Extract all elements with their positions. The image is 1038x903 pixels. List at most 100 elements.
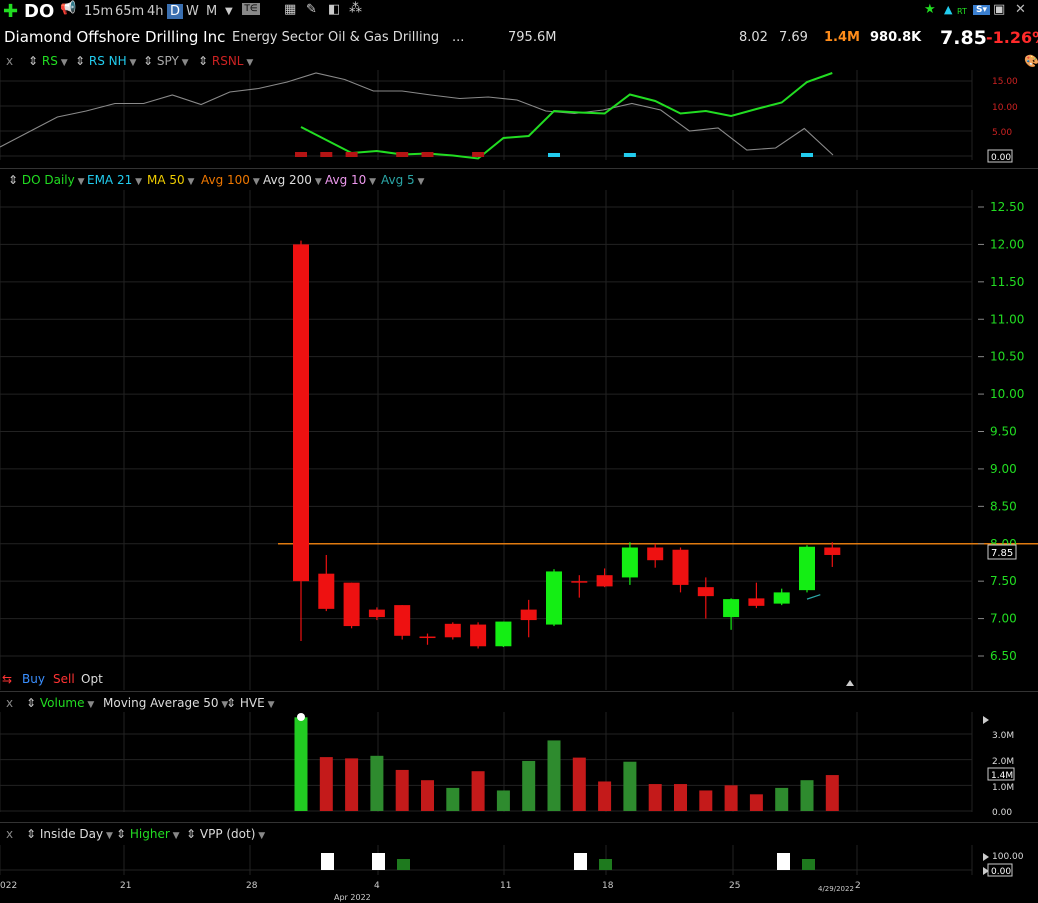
symbol-label[interactable]: DO xyxy=(24,1,54,22)
legend-higher-label: Higher xyxy=(129,827,170,841)
timeframe-15m[interactable]: 15m xyxy=(84,4,113,19)
candle-body[interactable] xyxy=(470,624,487,647)
candle-body[interactable] xyxy=(647,547,664,561)
price-tag: 7.85 xyxy=(991,548,1013,559)
inside-triangle-icon[interactable] xyxy=(983,853,989,861)
timeframe-4h[interactable]: 4h xyxy=(147,4,164,19)
candle-body[interactable] xyxy=(394,605,411,636)
legend-volume-label: Volume xyxy=(39,696,85,710)
candle-body[interactable] xyxy=(621,547,638,578)
candle-body[interactable] xyxy=(596,575,613,587)
star-icon[interactable]: ★ xyxy=(924,2,936,17)
legend-ma50-volume[interactable]: Moving Average 50 ▼ xyxy=(103,696,228,710)
legend-ema21[interactable]: EMA 21 ▼ xyxy=(87,173,142,187)
candle-body[interactable] xyxy=(368,609,385,618)
candle-body[interactable] xyxy=(546,571,562,625)
rs-legend-rs[interactable]: ⇕ RS ▼ xyxy=(28,54,68,68)
legend-avg200-label: Avg 200 xyxy=(263,173,312,187)
price-chart[interactable]: 12.50 12.00 11.50 11.00 10.50 10.00 9.50 9.00 8.… xyxy=(0,190,1038,690)
candle-body[interactable] xyxy=(571,581,588,583)
candle-body[interactable] xyxy=(773,592,790,604)
timeframe-m[interactable]: M xyxy=(206,4,217,19)
candle-body[interactable] xyxy=(444,623,461,638)
share-icon[interactable]: ⁂ xyxy=(349,1,362,16)
legend-inside-day[interactable]: ⇕ Inside Day ▼ xyxy=(26,827,113,841)
megaphone-icon[interactable]: 📢 xyxy=(60,1,76,16)
info-bar: Diamond Offshore Drilling Inc Energy Sec… xyxy=(0,24,1038,52)
candle-body[interactable] xyxy=(419,636,436,639)
layers-icon[interactable]: ◧ xyxy=(328,2,340,17)
save-icon[interactable]: ▣ xyxy=(993,2,1005,17)
price-panel-header: ⇕ DO Daily ▼ EMA 21 ▼ MA 50 ▼ Avg 100 ▼ … xyxy=(0,173,1038,189)
rsnh-marker xyxy=(801,153,813,157)
x-tick: 2 xyxy=(855,881,861,891)
legend-do-daily[interactable]: ⇕ DO Daily ▼ xyxy=(8,173,85,187)
candle-body[interactable] xyxy=(318,573,335,609)
s-badge-icon[interactable]: S▾ xyxy=(973,5,990,15)
palette-icon[interactable]: 🎨 xyxy=(1024,54,1038,68)
industry-link[interactable]: Oil & Gas Drilling xyxy=(328,30,439,45)
inside-close-button[interactable]: x xyxy=(6,827,13,841)
market-cap: 795.6M xyxy=(508,30,557,45)
candle-body[interactable] xyxy=(495,621,512,647)
legend-ma50[interactable]: MA 50 ▼ xyxy=(147,173,194,187)
volume-bar xyxy=(674,784,687,811)
timeframe-w[interactable]: W xyxy=(186,4,199,19)
inside-day-chart: 100.00 0.00 022 21 28 4 11 18 25 2 Apr 2… xyxy=(0,845,1024,902)
timeframe-65m[interactable]: 65m xyxy=(115,4,144,19)
more-button[interactable]: ... xyxy=(452,30,464,45)
ema-line xyxy=(806,594,821,600)
legend-avg100[interactable]: Avg 100 ▼ xyxy=(201,173,260,187)
volume-bar xyxy=(319,757,333,811)
arrow-up-icon[interactable]: ▲ xyxy=(944,3,952,16)
volume-bar xyxy=(522,760,536,811)
x-sub-label: Apr 2022 xyxy=(334,893,371,902)
spy-line xyxy=(0,72,834,156)
candle-body[interactable] xyxy=(799,546,815,591)
volume-triangle-icon[interactable] xyxy=(983,716,989,724)
volume-close-button[interactable]: x xyxy=(6,696,13,710)
legend-higher[interactable]: ⇕ Higher ▼ xyxy=(116,827,180,841)
candle-body[interactable] xyxy=(748,598,765,606)
price-tick-label: 10.50 xyxy=(990,350,1024,364)
price-change: -1.26% xyxy=(986,28,1038,47)
candle-body[interactable] xyxy=(293,244,309,582)
timeframe-d[interactable]: D xyxy=(167,4,184,19)
legend-hve[interactable]: ⇕ HVE ▼ xyxy=(226,696,275,710)
legend-avg200[interactable]: Avg 200 ▼ xyxy=(263,173,322,187)
triangle-icon[interactable] xyxy=(846,680,854,686)
close-icon[interactable]: ✕ xyxy=(1015,2,1026,17)
legend-volume[interactable]: ⇕ Volume ▼ xyxy=(26,696,94,710)
sector-link[interactable]: Energy Sector xyxy=(232,30,323,45)
volume-bar xyxy=(547,740,561,811)
price-tick-label: 9.50 xyxy=(990,425,1017,439)
chevron-down-icon[interactable]: ▼ xyxy=(225,6,233,17)
rs-close-button[interactable]: x xyxy=(6,54,13,68)
candle-body[interactable] xyxy=(723,599,740,618)
candle-body[interactable] xyxy=(672,549,689,585)
calculator-icon[interactable]: ▦ xyxy=(284,2,296,17)
avg-volume-value: 980.8K xyxy=(870,30,922,45)
candle-body[interactable] xyxy=(520,609,537,621)
add-icon[interactable]: ✚ xyxy=(3,1,18,22)
opt-button[interactable]: Opt xyxy=(81,672,103,686)
pencil-icon[interactable]: ✎ xyxy=(306,2,317,17)
rt-label[interactable]: RT xyxy=(957,7,967,16)
legend-avg5[interactable]: Avg 5 ▼ xyxy=(381,173,424,187)
x-tick: 28 xyxy=(246,881,258,891)
rsnl-marker xyxy=(472,152,485,157)
legend-avg10[interactable]: Avg 10 ▼ xyxy=(325,173,376,187)
volume-bar xyxy=(572,757,586,811)
chart-settings-icon[interactable]: T∈ xyxy=(242,3,260,15)
buy-button[interactable]: Buy xyxy=(22,672,45,686)
rs-legend-rsnl[interactable]: ⇕ RSNL ▼ xyxy=(198,54,253,68)
rs-legend-spy[interactable]: ⇕ SPY ▼ xyxy=(143,54,189,68)
candle-body[interactable] xyxy=(343,582,360,627)
sell-button[interactable]: Sell xyxy=(53,672,75,686)
candle-body[interactable] xyxy=(697,587,714,597)
rs-legend-rsnh[interactable]: ⇕ RS NH ▼ xyxy=(75,54,136,68)
legend-vpp[interactable]: ⇕ VPP (dot) ▼ xyxy=(186,827,265,841)
candle-body[interactable] xyxy=(824,547,841,555)
trade-arrows-icon[interactable]: ⇆ xyxy=(2,672,12,686)
inside-day-marker xyxy=(777,853,790,870)
